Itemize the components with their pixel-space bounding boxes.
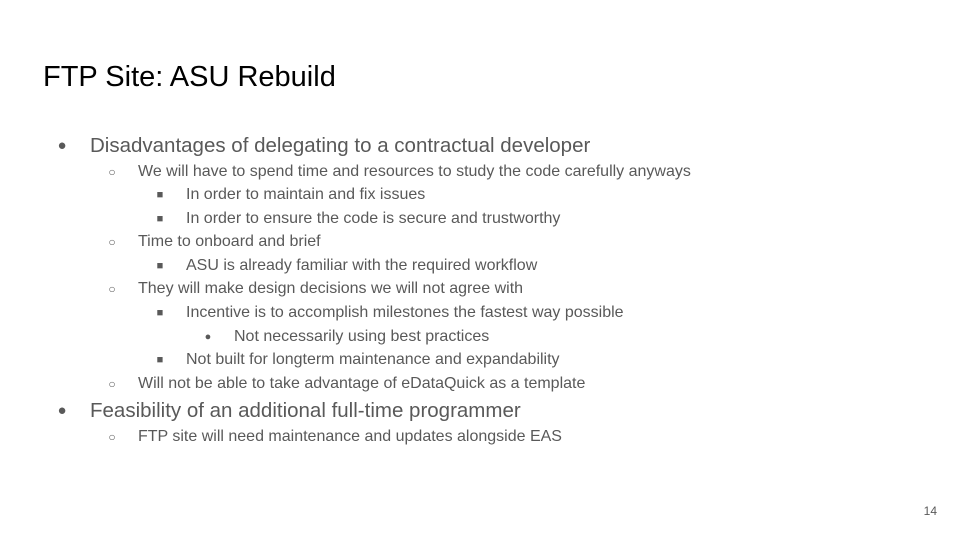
bullet-item-level-3: ASU is already familiar with the require… [186,257,538,274]
bullet-item-level-3: Not built for longterm maintenance and e… [186,351,560,368]
bullet-item-level-1: Feasibility of an additional full-time p… [90,399,521,422]
bullet-marker-level-2: ○ [108,282,116,296]
slide: FTP Site: ASU Rebuild ● Disadvantages of… [0,0,960,540]
bullet-marker-level-3: ■ [156,189,164,201]
bullet-marker-level-2: ○ [108,235,116,249]
page-number: 14 [923,504,937,518]
bullet-marker-level-2: ○ [108,377,116,391]
bullet-outline: ● Disadvantages of delegating to a contr… [0,0,960,540]
bullet-item-level-2: Will not be able to take advantage of eD… [138,375,586,392]
bullet-marker-level-4: ● [204,331,212,343]
bullet-marker-level-3: ■ [156,307,164,319]
bullet-item-level-3: Incentive is to accomplish milestones th… [186,304,624,321]
bullet-marker-level-1: ● [57,402,67,419]
bullet-item-level-2: They will make design decisions we will … [138,280,524,297]
bullet-item-level-2: FTP site will need maintenance and updat… [138,428,562,445]
bullet-marker-level-2: ○ [108,165,116,179]
bullet-item-level-1: Disadvantages of delegating to a contrac… [90,134,591,157]
bullet-item-level-2: We will have to spend time and resources… [138,163,691,180]
bullet-marker-level-2: ○ [108,430,116,444]
bullet-marker-level-3: ■ [156,354,164,366]
bullet-item-level-2: Time to onboard and brief [138,233,321,250]
bullet-marker-level-3: ■ [156,260,164,272]
bullet-marker-level-1: ● [57,137,67,154]
bullet-item-level-4: Not necessarily using best practices [234,328,490,345]
bullet-item-level-3: In order to ensure the code is secure an… [186,210,561,227]
bullet-marker-level-3: ■ [156,213,164,225]
bullet-item-level-3: In order to maintain and fix issues [186,186,426,203]
